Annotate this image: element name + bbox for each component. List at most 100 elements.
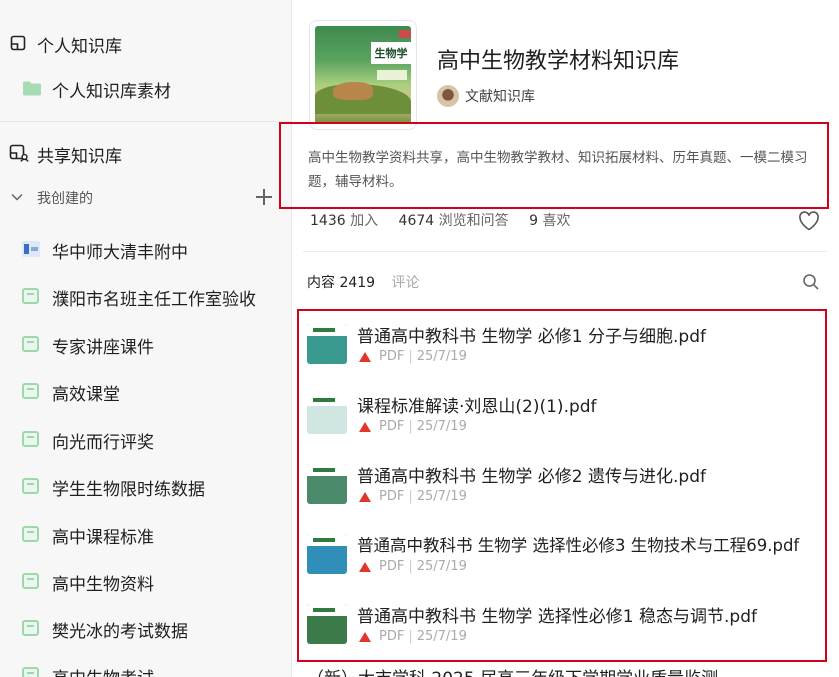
group-label: 我创建的 [37, 191, 93, 207]
sidebar-item-kb[interactable]: 高中生物资料 [0, 568, 291, 595]
file-meta: PDF | 25/7/19 [359, 629, 467, 644]
plus-icon[interactable] [256, 189, 272, 205]
sidebar-item-kb[interactable]: 高中课程标准 [0, 521, 291, 548]
views-label: 浏览和问答 [438, 213, 509, 229]
sidebar-item-label: 学生生物限时练数据 [52, 480, 205, 500]
file-name: 普通高中教科书 生物学 选择性必修1 稳态与调节.pdf [357, 607, 757, 627]
cover-image: 生物学 [315, 26, 411, 124]
kb-title: 高中生物教学材料知识库 [437, 49, 680, 74]
file-meta: PDF | 25/7/19 [359, 419, 467, 434]
sidebar-item-kb[interactable]: 专家讲座课件 [0, 331, 291, 358]
sidebar-item-personal-material[interactable]: 个人知识库素材 [0, 75, 291, 102]
kb-icon [22, 336, 39, 352]
file-date: 25/7/19 [416, 489, 467, 504]
cover-title: 生物学 [371, 42, 411, 64]
file-date: 25/7/19 [416, 629, 467, 644]
file-thumbnail [307, 604, 347, 644]
file-name: 普通高中教科书 生物学 选择性必修3 生物技术与工程69.pdf [357, 536, 800, 555]
file-type: PDF [379, 349, 405, 364]
school-logo-icon [22, 241, 40, 257]
content-tabs: 内容 2419 评论 [307, 272, 420, 292]
file-meta: PDF | 25/7/19 [359, 489, 467, 504]
joined-count: 1436 [310, 213, 346, 229]
file-thumbnail [307, 324, 347, 364]
sidebar-item-kb[interactable]: 高效课堂 [0, 378, 291, 405]
sidebar-item-kb[interactable]: 华中师大清丰附中 [0, 236, 291, 263]
kb-icon [22, 383, 39, 399]
kb-icon [22, 478, 39, 494]
file-type: PDF [379, 559, 405, 574]
tab-comment[interactable]: 评论 [392, 275, 420, 291]
pdf-icon [359, 351, 371, 362]
personal-kb-header[interactable]: 个人知识库 [0, 30, 291, 57]
file-date: 25/7/19 [416, 349, 467, 364]
kb-description: 高中生物教学资料共享，高中生物教学教材、知识拓展材料、历年真题、一模二模习题，辅… [308, 150, 808, 190]
sidebar-item-kb[interactable]: 向光而行评奖 [0, 426, 291, 453]
shared-kb-header[interactable]: 共享知识库 [0, 140, 291, 167]
next-file-partial[interactable]: （新）大市学科 2025 届高三年级下学期学业质量监测… [307, 664, 735, 677]
pdf-icon [359, 421, 371, 432]
chevron-down-icon[interactable] [10, 191, 24, 203]
file-type: PDF [379, 489, 405, 504]
tab-content[interactable]: 内容 2419 [307, 275, 375, 291]
file-row[interactable]: 课程标准解读·刘恩山(2)(1).pdf PDF | 25/7/19 [307, 392, 817, 442]
file-row[interactable]: 普通高中教科书 生物学 选择性必修3 生物技术与工程69.pdf PDF | 2… [307, 532, 817, 582]
cover-subtitle-strip [377, 70, 407, 80]
meta-separator: | [408, 559, 413, 574]
file-thumbnail [307, 534, 347, 574]
pdf-icon [359, 491, 371, 502]
file-meta: PDF | 25/7/19 [359, 349, 467, 364]
sidebar-item-label: 高中生物资料 [52, 575, 154, 595]
sidebar-item-label: 濮阳市名班主任工作室验收 [52, 290, 256, 310]
file-meta: PDF | 25/7/19 [359, 559, 467, 574]
book-icon [9, 34, 27, 52]
file-row[interactable]: 普通高中教科书 生物学 选择性必修1 稳态与调节.pdf PDF | 25/7/… [307, 602, 817, 652]
sidebar-item-label: 高中生物考试 [52, 664, 154, 677]
meta-separator: | [408, 629, 413, 644]
shared-kb-title: 共享知识库 [37, 147, 122, 167]
file-thumbnail [307, 394, 347, 434]
kb-cover: 生物学 [309, 20, 417, 130]
group-created-by-me[interactable]: 我创建的 [0, 185, 291, 209]
kb-icon [22, 526, 39, 542]
sidebar-divider [0, 121, 291, 122]
owner-name: 文献知识库 [465, 89, 535, 105]
kb-icon [22, 288, 39, 304]
kb-icon [22, 573, 39, 589]
file-name: 普通高中教科书 生物学 必修2 遗传与进化.pdf [357, 467, 706, 487]
avatar [437, 85, 459, 107]
pdf-icon [359, 631, 371, 642]
kb-owner[interactable]: 文献知识库 [437, 85, 535, 107]
file-row[interactable]: 普通高中教科书 生物学 必修2 遗传与进化.pdf PDF | 25/7/19 [307, 462, 817, 512]
file-name: 课程标准解读·刘恩山(2)(1).pdf [357, 397, 597, 417]
main-panel: 生物学 高中生物教学材料知识库 文献知识库 高中生物教学资料共享，高中生物教学教… [279, 0, 839, 677]
sidebar-item-label: 个人知识库素材 [52, 82, 171, 102]
sidebar-item-label: 樊光冰的考试数据 [52, 622, 188, 642]
sidebar-item-kb[interactable]: 学生生物限时练数据 [0, 473, 291, 500]
sidebar-item-label: 高效课堂 [52, 385, 120, 405]
shared-book-icon [9, 144, 29, 162]
sidebar-item-kb[interactable]: 高中生物考试 [0, 662, 291, 677]
sidebar-item-label: 高中课程标准 [52, 528, 154, 548]
sidebar-item-kb[interactable]: 樊光冰的考试数据 [0, 615, 291, 642]
sidebar: 个人知识库 个人知识库素材 共享知识库 我创建的 华中师大清丰附中 濮阳市名班主… [0, 0, 292, 677]
likes-count: 9 [529, 213, 539, 229]
search-icon[interactable] [802, 273, 820, 291]
likes-label: 喜欢 [542, 213, 571, 229]
personal-kb-title: 个人知识库 [37, 37, 122, 57]
divider [303, 251, 827, 252]
file-thumbnail [307, 464, 347, 504]
file-type: PDF [379, 629, 405, 644]
sidebar-item-label: 华中师大清丰附中 [52, 243, 188, 263]
cover-tag [399, 30, 411, 38]
file-row[interactable]: 普通高中教科书 生物学 必修1 分子与细胞.pdf PDF | 25/7/19 [307, 322, 817, 372]
sidebar-item-label: 向光而行评奖 [52, 433, 154, 453]
sidebar-item-label: 专家讲座课件 [52, 338, 154, 358]
heart-icon[interactable] [798, 211, 820, 231]
kb-icon [22, 620, 39, 636]
sidebar-item-kb[interactable]: 濮阳市名班主任工作室验收 [0, 283, 291, 310]
kb-icon [22, 431, 39, 447]
file-type: PDF [379, 419, 405, 434]
meta-separator: | [408, 419, 413, 434]
kb-icon [22, 667, 39, 677]
